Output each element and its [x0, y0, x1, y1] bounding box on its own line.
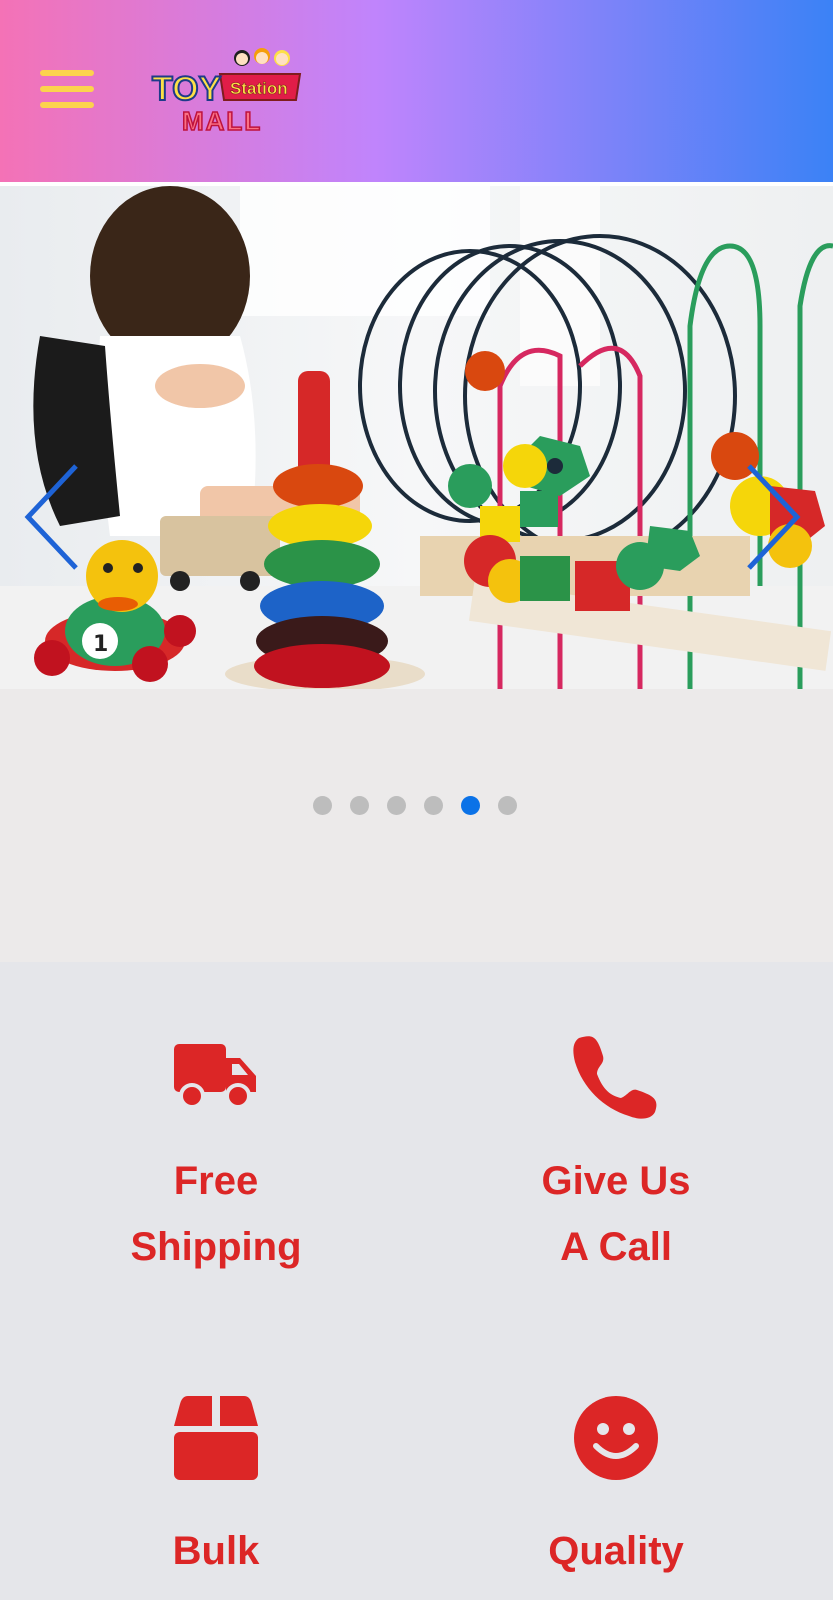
- box-icon: [174, 1396, 258, 1480]
- carousel-dot-4[interactable]: [424, 796, 443, 815]
- svg-text:1: 1: [93, 632, 108, 657]
- site-logo[interactable]: TOY Station MALL: [150, 44, 302, 137]
- feature-label-line1: Quality: [548, 1529, 684, 1573]
- carousel-dot-3[interactable]: [387, 796, 406, 815]
- feature-label-line1: Free: [173, 1159, 259, 1203]
- smile-icon: [574, 1396, 658, 1480]
- feature-free-shipping: Free Shipping: [36, 1040, 396, 1280]
- phone-icon: [573, 1036, 657, 1119]
- chevron-right-icon: [747, 464, 801, 570]
- carousel-caption-area: [0, 689, 833, 962]
- hamburger-menu-icon[interactable]: [40, 70, 94, 108]
- svg-text:Station: Station: [230, 79, 288, 98]
- carousel-dot-1[interactable]: [313, 796, 332, 815]
- feature-label-line2: A Call: [560, 1225, 672, 1269]
- carousel-next-arrow[interactable]: [745, 462, 805, 572]
- feature-bulk: Bulk: [36, 1396, 396, 1584]
- feature-label-line1: Give Us: [541, 1159, 691, 1203]
- site-header: TOY Station MALL: [0, 0, 833, 182]
- feature-quality: Quality: [436, 1396, 796, 1584]
- feature-label-line2: Shipping: [130, 1225, 302, 1269]
- chevron-left-icon: [24, 464, 78, 570]
- svg-text:MALL: MALL: [182, 106, 262, 136]
- carousel-dot-6[interactable]: [498, 796, 517, 815]
- carousel-dot-2[interactable]: [350, 796, 369, 815]
- truck-icon: [174, 1044, 256, 1109]
- feature-give-us-a-call[interactable]: Give Us A Call: [436, 1034, 796, 1280]
- hero-slide-image: 1: [0, 186, 833, 689]
- feature-label-line1: Bulk: [172, 1529, 260, 1573]
- carousel-prev-arrow[interactable]: [20, 462, 80, 572]
- carousel-dots: [313, 796, 517, 816]
- logo-toy-text: TOY: [152, 70, 222, 108]
- carousel-dot-5[interactable]: [461, 796, 480, 815]
